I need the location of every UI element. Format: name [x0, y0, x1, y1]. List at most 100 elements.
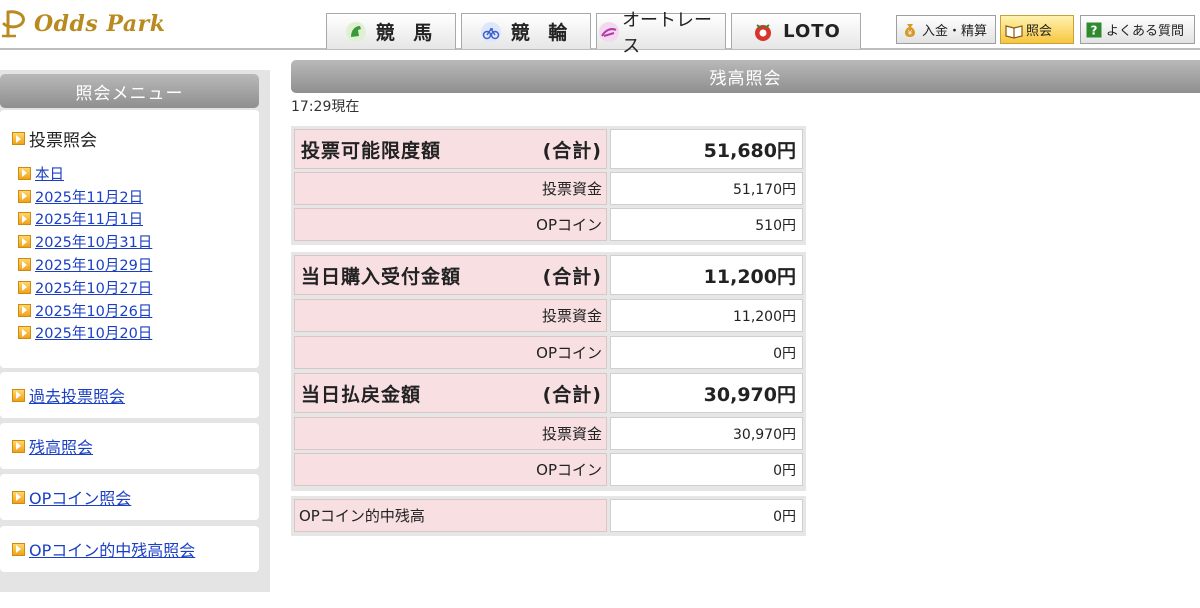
balance-inquiry-link[interactable]: 残高照会: [29, 434, 93, 458]
book-icon: [1005, 21, 1023, 39]
row-label: OPコイン: [294, 336, 607, 369]
arrow-bullet-icon: [12, 490, 25, 504]
payout-total-value: 30,970円: [610, 373, 803, 413]
total-label: (合計): [542, 383, 602, 406]
arrow-bullet-icon: [12, 132, 25, 145]
limit-total-value: 51,680円: [610, 129, 803, 169]
row-value: 510円: [610, 208, 803, 241]
arrow-bullet-icon: [18, 280, 31, 294]
arrow-bullet-icon: [18, 326, 31, 340]
op-hit-balance-value: 0円: [610, 499, 803, 532]
nav-tab-keiba[interactable]: 競 馬: [326, 13, 456, 49]
op-coin-inquiry-link[interactable]: OPコイン照会: [29, 485, 131, 509]
arrow-bullet-icon: [18, 235, 31, 249]
op-hit-balance-label: OPコイン的中残高: [294, 499, 607, 532]
as-of-time: 17:29現在: [291, 99, 360, 115]
vote-date-link[interactable]: 2025年10月31日: [35, 231, 152, 252]
balance-table-daily: 当日購入受付金額 (合計) 11,200円 投票資金 11,200円 OPコイン…: [291, 252, 806, 491]
section-title: 当日払戻金額: [301, 383, 422, 406]
svg-text:¥: ¥: [908, 29, 913, 37]
list-item: 2025年10月29日: [18, 253, 152, 276]
inquiry-sidebar: 照会メニュー 投票照会 本日 2025年11月2日 2025年11月1日 202…: [0, 70, 270, 592]
limit-total-label-cell: 投票可能限度額 (合計): [294, 129, 607, 169]
row-label: 投票資金: [294, 172, 607, 205]
logo-mark-icon: [0, 8, 30, 40]
nav-tab-keirin[interactable]: 競 輪: [461, 13, 591, 49]
total-label: (合計): [542, 139, 602, 162]
total-label: (合計): [542, 265, 602, 288]
list-item: 本日: [18, 162, 152, 185]
vote-inquiry-label: 投票照会: [29, 131, 97, 151]
site-header: Odds Park 競 馬 競 輪 オートレース LOTO ¥ 入金・精算 照会…: [0, 0, 1200, 57]
vote-date-link[interactable]: 2025年10月29日: [35, 254, 152, 275]
list-item: 2025年10月20日: [18, 322, 152, 345]
list-item: 2025年11月2日: [18, 185, 152, 208]
vote-date-list: 本日 2025年11月2日 2025年11月1日 2025年10月31日 202…: [18, 162, 152, 344]
odds-park-logo[interactable]: Odds Park: [0, 6, 166, 42]
nav-tab-autorace[interactable]: オートレース: [596, 10, 726, 57]
vote-date-link[interactable]: 2025年11月1日: [35, 208, 143, 229]
vote-date-link[interactable]: 2025年10月26日: [35, 300, 152, 321]
row-value: 0円: [610, 336, 803, 369]
vote-date-link[interactable]: 2025年11月2日: [35, 186, 143, 207]
row-label: 投票資金: [294, 417, 607, 450]
page-title: 残高照会: [291, 60, 1200, 93]
inquiry-button[interactable]: 照会: [1000, 15, 1074, 44]
balance-table-limit: 投票可能限度額 (合計) 51,680円 投票資金 51,170円 OPコイン …: [291, 126, 806, 245]
nav-tab-loto[interactable]: LOTO: [731, 13, 861, 49]
vote-date-link[interactable]: 2025年10月27日: [35, 277, 152, 298]
row-value: 51,170円: [610, 172, 803, 205]
arrow-bullet-icon: [18, 189, 31, 203]
row-value: 30,970円: [610, 417, 803, 450]
vote-inquiry-heading: 投票照会: [12, 126, 97, 151]
vote-date-link[interactable]: 2025年10月20日: [35, 322, 152, 343]
money-bag-icon: ¥: [901, 21, 919, 39]
row-label: OPコイン: [294, 208, 607, 241]
row-label: OPコイン: [294, 453, 607, 486]
payout-total-label-cell: 当日払戻金額 (合計): [294, 373, 607, 413]
section-title: 当日購入受付金額: [301, 265, 462, 288]
deposit-settlement-label: 入金・精算: [922, 24, 988, 39]
past-vote-inquiry-link[interactable]: 過去投票照会: [29, 383, 125, 407]
vote-inquiry-box: 投票照会 本日 2025年11月2日 2025年11月1日 2025年10月31…: [0, 110, 259, 368]
row-value: 0円: [610, 453, 803, 486]
list-item: 2025年10月27日: [18, 276, 152, 299]
row-label: 投票資金: [294, 299, 607, 332]
arrow-bullet-icon: [18, 212, 31, 226]
arrow-bullet-icon: [18, 166, 31, 180]
sidebar-item-op-coin: OPコイン照会: [0, 474, 259, 520]
row-value: 11,200円: [610, 299, 803, 332]
list-item: 2025年11月1日: [18, 208, 152, 231]
op-coin-hit-balance-link[interactable]: OPコイン的中残高照会: [29, 537, 195, 561]
arrow-bullet-icon: [12, 542, 25, 556]
horse-icon: [344, 20, 368, 44]
list-item: 2025年10月26日: [18, 299, 152, 322]
arrow-bullet-icon: [18, 303, 31, 317]
purchase-total-value: 11,200円: [610, 255, 803, 295]
sidebar-item-op-coin-hit: OPコイン的中残高照会: [0, 526, 259, 572]
motorcycle-icon: [597, 20, 620, 44]
logo-text: Odds Park: [34, 11, 166, 37]
faq-button[interactable]: ? よくある質問: [1080, 15, 1195, 44]
nav-tab-keirin-label: 競 輪: [510, 22, 574, 44]
inquiry-label: 照会: [1026, 24, 1053, 39]
faq-label: よくある質問: [1106, 24, 1185, 39]
purchase-total-label-cell: 当日購入受付金額 (合計): [294, 255, 607, 295]
deposit-settlement-button[interactable]: ¥ 入金・精算: [896, 15, 996, 44]
section-title: 投票可能限度額: [301, 139, 442, 162]
nav-tab-autorace-label: オートレース: [622, 9, 713, 57]
vote-date-link[interactable]: 本日: [35, 163, 64, 184]
sidebar-title: 照会メニュー: [0, 74, 259, 108]
sidebar-item-balance: 残高照会: [0, 423, 259, 469]
bicycle-icon: [479, 20, 503, 44]
list-item: 2025年10月31日: [18, 230, 152, 253]
loto-ball-icon: [751, 20, 775, 44]
op-coin-hit-balance-table: OPコイン的中残高 0円: [291, 496, 806, 536]
svg-text:?: ?: [1091, 23, 1098, 37]
question-icon: ?: [1085, 21, 1103, 39]
nav-tab-keiba-label: 競 馬: [375, 22, 439, 44]
nav-tab-loto-label: LOTO: [783, 21, 841, 42]
sidebar-item-past-vote: 過去投票照会: [0, 372, 259, 418]
arrow-bullet-icon: [12, 439, 25, 453]
arrow-bullet-icon: [18, 258, 31, 272]
